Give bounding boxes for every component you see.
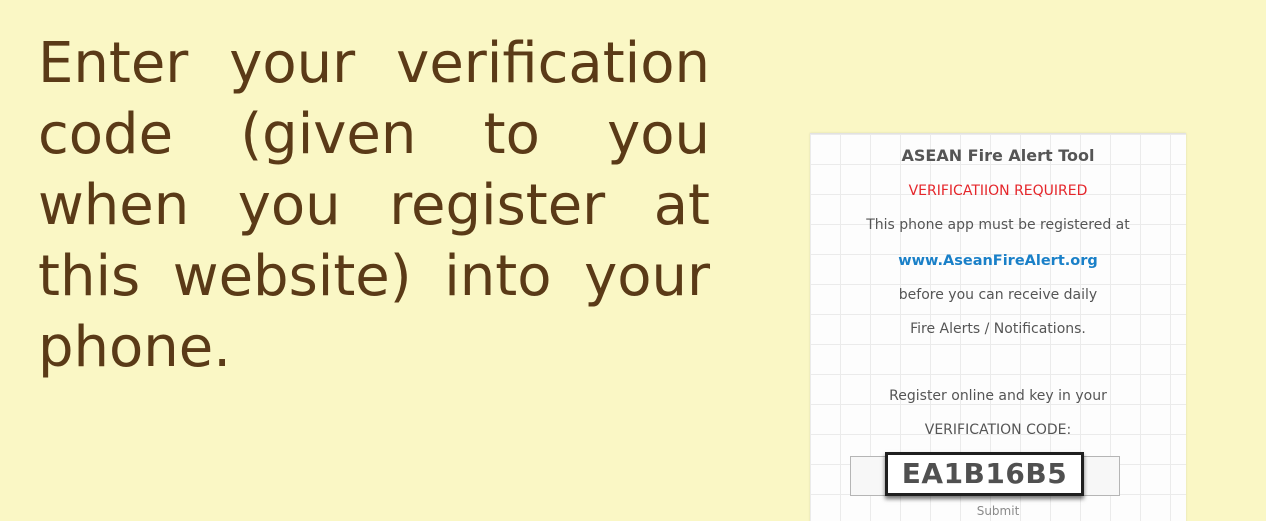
phone-screen: ASEAN Fire Alert Tool VERIFICATIION REQU… bbox=[810, 133, 1186, 521]
registration-note-line-3: Fire Alerts / Notifications. bbox=[910, 321, 1086, 337]
verification-required-label: VERIFICATIION REQUIRED bbox=[908, 183, 1088, 199]
submit-button[interactable]: Submit bbox=[810, 503, 1186, 519]
instruction-text: Enter your verification code (given to y… bbox=[38, 31, 710, 380]
verification-code-value: EA1B16B5 bbox=[885, 452, 1084, 496]
register-prompt-line-2: VERIFICATION CODE: bbox=[924, 422, 1072, 438]
app-title: ASEAN Fire Alert Tool bbox=[901, 146, 1095, 165]
register-prompt-line-1: Register online and key in your bbox=[889, 388, 1107, 404]
registration-note-line-1: This phone app must be registered at bbox=[866, 217, 1130, 233]
website-link[interactable]: www.AseanFireAlert.org bbox=[810, 252, 1186, 270]
registration-note-line-2: before you can receive daily bbox=[898, 287, 1098, 303]
